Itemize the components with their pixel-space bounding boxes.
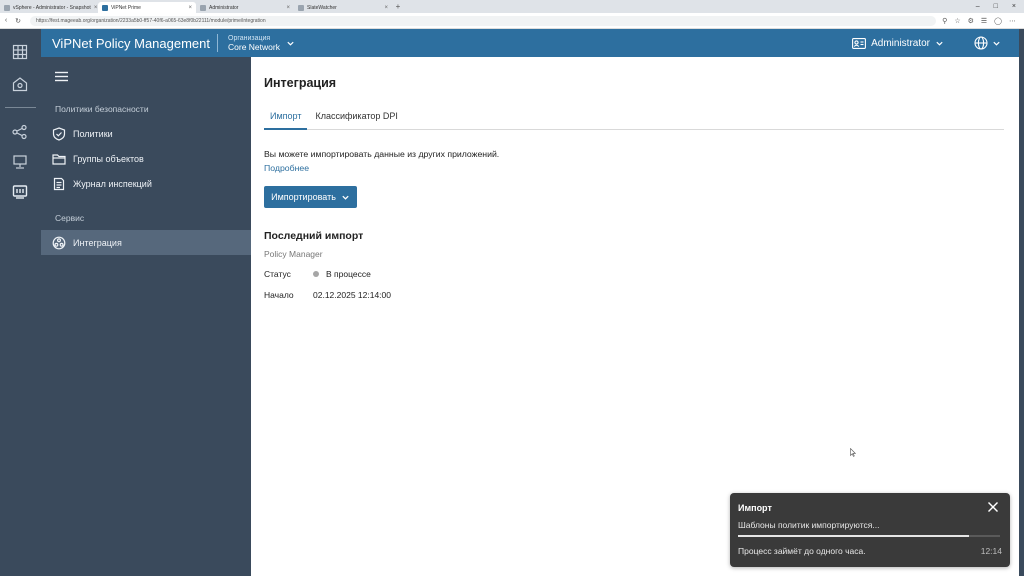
refresh-icon[interactable]: ↻ (12, 17, 24, 25)
sidebar-item-policies[interactable]: Политики (41, 121, 251, 146)
browser-tab-title: SlateWatcher (307, 4, 337, 11)
close-icon[interactable] (987, 501, 999, 513)
organization-value: Core Network (228, 41, 280, 52)
toast-time: 12:14 (980, 546, 1002, 556)
status-text: В процессе (326, 269, 371, 279)
tab-favicon-icon (102, 4, 108, 11)
app-brand[interactable]: ViPNet Policy Management (41, 36, 217, 51)
browser-tab[interactable]: SlateWatcher × (294, 2, 392, 13)
import-toast: Импорт Шаблоны политик импортируются... … (730, 493, 1010, 567)
journal-icon (53, 177, 65, 190)
new-tab-icon[interactable]: + (392, 2, 404, 11)
close-window-icon[interactable]: × (1012, 3, 1016, 10)
browser-tab-title: ViPNet Prime (111, 4, 141, 11)
close-tab-icon[interactable]: × (94, 5, 98, 11)
tab-favicon-icon (200, 4, 206, 11)
more-icon[interactable]: ⋯ (1009, 17, 1016, 25)
url-field[interactable]: https://fest.mageeab.org/organization/22… (30, 15, 937, 26)
app-rail (0, 29, 41, 576)
start-value: 02.12.2025 12:14:00 (313, 290, 391, 300)
browser-tab-active[interactable]: ViPNet Prime × (98, 2, 196, 13)
organization-selector[interactable]: Организация Core Network (228, 35, 295, 52)
sidebar: Политики безопасности Политики Группы об… (41, 57, 251, 576)
extensions-icon[interactable]: ⚙ (968, 17, 974, 25)
mouse-cursor-icon (850, 448, 856, 457)
app-header: ViPNet Policy Management Организация Cor… (41, 29, 1019, 57)
sidebar-item-label: Группы объектов (73, 153, 144, 164)
start-label: Начало (264, 290, 294, 300)
chevron-down-icon (936, 41, 943, 46)
window-edge (1019, 29, 1024, 576)
user-name: Administrator (871, 37, 930, 49)
status-dot-icon (313, 271, 319, 277)
toast-message: Шаблоны политик импортируются... (738, 520, 880, 530)
chevron-down-icon (287, 41, 294, 46)
toast-note: Процесс займёт до одного часа. (738, 546, 866, 556)
close-tab-icon[interactable]: × (384, 5, 388, 11)
sidebar-section-title: Политики безопасности (55, 104, 149, 114)
shield-icon (52, 126, 66, 141)
integration-icon (52, 236, 66, 249)
globe-icon (974, 36, 988, 50)
tab-import[interactable]: Импорт (264, 106, 308, 130)
import-progress-fill (738, 535, 969, 537)
window-controls: – □ × (976, 3, 1024, 10)
toast-title: Импорт (738, 503, 772, 513)
import-info-text: Вы можете импортировать данные из других… (264, 149, 500, 159)
home-network-icon[interactable] (12, 76, 28, 92)
favorites-icon[interactable]: ☰ (981, 17, 987, 25)
maximize-icon[interactable]: □ (994, 3, 998, 10)
browser-tab[interactable]: Administrator × (196, 2, 294, 13)
dashboard-icon[interactable] (12, 184, 28, 200)
browser-tab-title: vSphere - Administrator - Snapshot (13, 4, 91, 11)
tab-favicon-icon (298, 4, 304, 11)
sidebar-item-object-groups[interactable]: Группы объектов (41, 146, 251, 171)
status-label: Статус (264, 269, 291, 279)
browser-toolbar-icons: ⚲ ☆ ⚙ ☰ ◯ ⋯ (942, 17, 1024, 25)
zoom-icon[interactable]: ⚲ (942, 17, 947, 25)
last-import-title: Последний импорт (264, 230, 364, 242)
sidebar-item-label: Политики (73, 128, 113, 139)
browser-address-bar: ‹ ↻ https://fest.mageeab.org/organizatio… (0, 13, 1024, 29)
chevron-down-icon (342, 195, 349, 200)
status-value: В процессе (313, 269, 371, 279)
sidebar-item-label: Журнал инспекций (73, 178, 152, 189)
tab-dpi-classifier[interactable]: Классификатор DPI (309, 106, 403, 130)
header-divider (217, 34, 218, 52)
import-button[interactable]: Импортировать (264, 186, 357, 208)
star-icon[interactable]: ☆ (954, 17, 960, 25)
user-card-icon (852, 38, 867, 49)
import-button-label: Импортировать (271, 192, 336, 202)
grid-icon[interactable] (12, 44, 28, 60)
browser-tab[interactable]: vSphere - Administrator - Snapshot × (0, 2, 98, 13)
network-monitor-icon[interactable] (12, 154, 28, 170)
last-import-source: Policy Manager (264, 249, 323, 259)
minimize-icon[interactable]: – (976, 3, 980, 10)
profile-icon[interactable]: ◯ (994, 17, 1002, 25)
import-progress-bar (738, 535, 1000, 537)
sidebar-section-title: Сервис (55, 213, 85, 223)
browser-tab-title: Administrator (209, 4, 239, 11)
rail-divider (5, 107, 36, 108)
sidebar-item-integration[interactable]: Интеграция (41, 230, 251, 255)
folder-icon (52, 153, 66, 165)
sidebar-item-inspection-log[interactable]: Журнал инспекций (41, 171, 251, 196)
menu-icon[interactable] (55, 71, 68, 82)
chevron-down-icon (993, 41, 1000, 46)
more-details-link[interactable]: Подробнее (264, 163, 309, 173)
page-title: Интеграция (264, 76, 337, 90)
organization-caption: Организация (228, 34, 271, 42)
tab-favicon-icon (4, 4, 10, 11)
close-tab-icon[interactable]: × (188, 5, 192, 11)
share-nodes-icon[interactable] (12, 124, 28, 140)
language-menu[interactable] (974, 36, 1001, 50)
back-icon[interactable]: ‹ (0, 17, 12, 24)
user-menu[interactable]: Administrator (852, 37, 944, 49)
sidebar-item-label: Интеграция (73, 237, 122, 248)
content-tabs: Импорт Классификатор DPI (264, 106, 1004, 130)
close-tab-icon[interactable]: × (286, 5, 290, 11)
browser-tab-bar: vSphere - Administrator - Snapshot × ViP… (0, 0, 1024, 13)
